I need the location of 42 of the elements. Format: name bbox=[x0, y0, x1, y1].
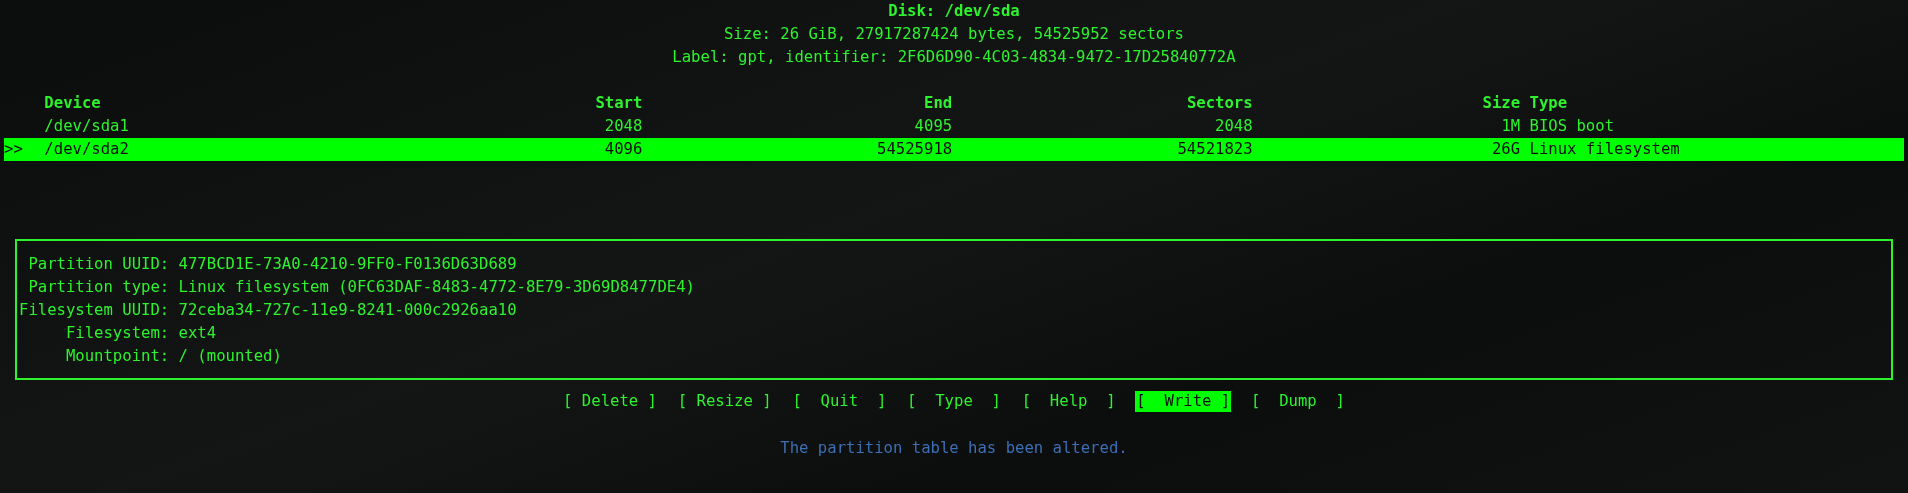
table-cell-text: 54521823 bbox=[1176, 139, 1253, 160]
table-cell-text: 2048 bbox=[603, 116, 643, 137]
table-cell-text: 4096 bbox=[603, 139, 643, 160]
detail-label: Filesystem UUID: bbox=[19, 300, 170, 321]
table-cell-text: 4095 bbox=[913, 116, 953, 137]
menu-button[interactable]: [ Type ] bbox=[906, 391, 1002, 412]
detail-label: Partition type: bbox=[27, 277, 170, 298]
detail-value: 72ceba34-727c-11e9-8241-000c2926aa10 bbox=[178, 300, 517, 321]
disk-title: Disk: /dev/sda bbox=[887, 1, 1021, 22]
detail-value: ext4 bbox=[178, 323, 217, 344]
detail-label: Partition UUID: bbox=[27, 254, 170, 275]
column-header: Device bbox=[44, 93, 102, 114]
column-header: Size bbox=[1481, 93, 1521, 114]
detail-value: Linux filesystem (0FC63DAF-8483-4772-8E79-3D69D8477DE4) bbox=[178, 277, 695, 298]
table-cell-text: BIOS boot bbox=[1529, 116, 1615, 137]
partition-row[interactable]: >> /dev/sda2 4096 54525918 54521823 26G Linux filesystem bbox=[4, 138, 1904, 161]
table-cell-text: 54525918 bbox=[876, 139, 953, 160]
disk-size: Size: 26 GiB, 27917287424 bytes, 54525952 sectors bbox=[723, 24, 1185, 45]
menu-button[interactable]: [ Help ] bbox=[1020, 391, 1117, 412]
row-marker: >> bbox=[4, 140, 23, 158]
partition-row[interactable]: /dev/sda1 2048 4095 2048 1M BIOS boot bbox=[4, 115, 1904, 138]
menu-button[interactable]: [ Write ] bbox=[1135, 391, 1232, 412]
column-header: End bbox=[923, 93, 953, 114]
detail-value: 477BCD1E-73A0-4210-9FF0-F0136D63D689 bbox=[178, 254, 517, 275]
status-message: The partition table has been altered. bbox=[779, 438, 1129, 459]
menu-button[interactable]: [ Resize ] bbox=[676, 391, 773, 412]
disk-label: Label: gpt, identifier: 2F6D6D90-4C03-4834-9472-17D25840772A bbox=[671, 47, 1237, 68]
table-cell-text: 1M bbox=[1500, 116, 1521, 137]
table-cell-text: /dev/sda1 bbox=[44, 116, 130, 137]
detail-label: Mountpoint: bbox=[64, 346, 170, 367]
menu-button[interactable]: [ Quit ] bbox=[791, 391, 888, 412]
detail-value: / (mounted) bbox=[178, 346, 282, 367]
table-cell-text: Linux filesystem bbox=[1529, 139, 1680, 160]
table-cell-text: /dev/sda2 bbox=[44, 139, 130, 160]
column-header: Sectors bbox=[1185, 93, 1253, 114]
table-cell-text: 2048 bbox=[1214, 116, 1253, 137]
table-cell-text: 26G bbox=[1491, 139, 1521, 160]
column-header: Start bbox=[594, 93, 643, 114]
detail-label: Filesystem: bbox=[64, 323, 170, 344]
menu-button[interactable]: [ Delete ] bbox=[562, 391, 658, 412]
menu-button[interactable]: [ Dump ] bbox=[1250, 391, 1346, 412]
column-header: Type bbox=[1529, 93, 1568, 114]
